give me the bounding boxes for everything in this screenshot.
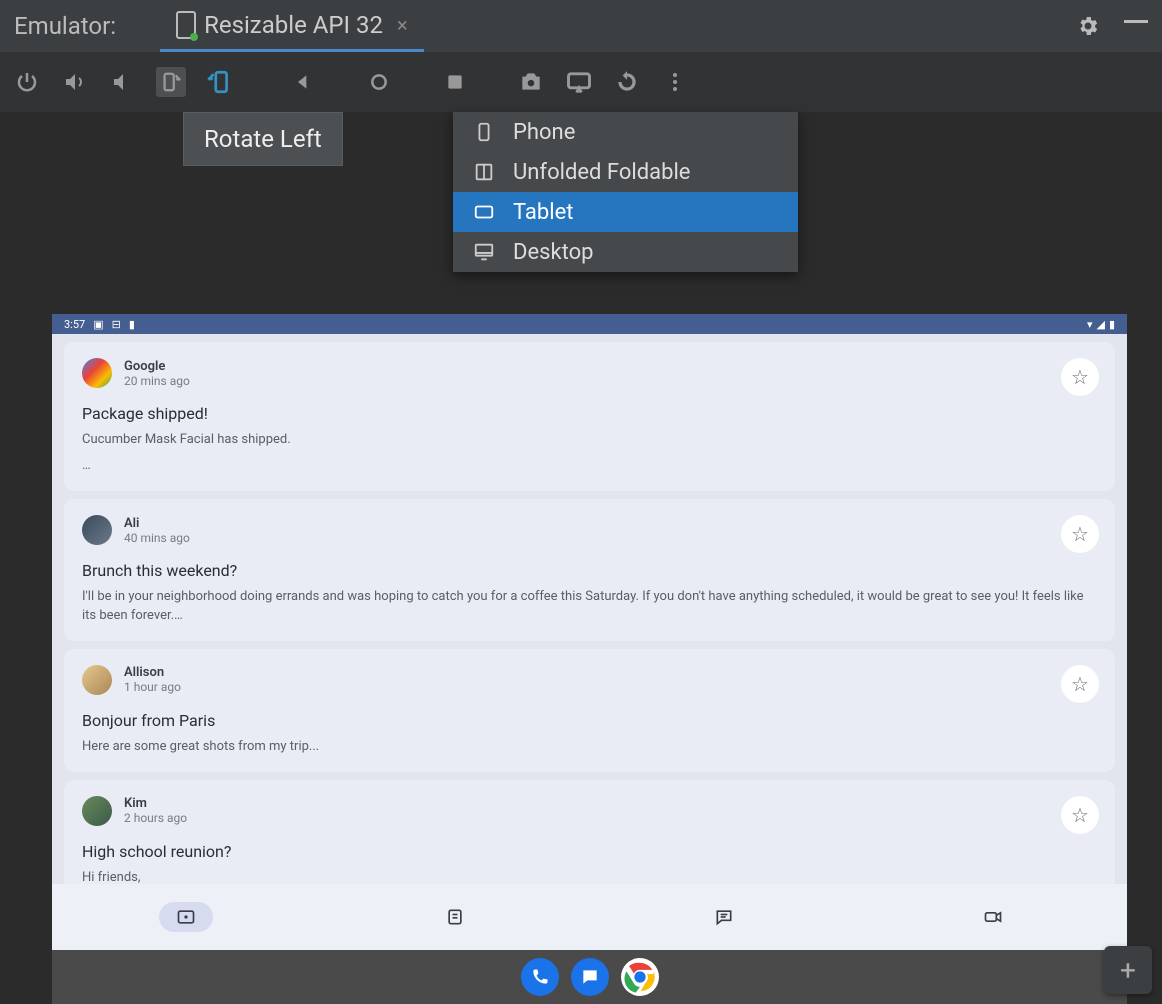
article-icon (445, 907, 465, 927)
status-time: 3:57 (64, 318, 85, 331)
back-icon[interactable] (288, 67, 318, 97)
email-card[interactable]: Allison 1 hour ago ☆ Bonjour from Paris … (64, 649, 1115, 772)
display-mode-phone[interactable]: Phone (453, 112, 798, 152)
message-subject: Package shipped! (82, 404, 1097, 423)
display-mode-icon[interactable] (564, 67, 594, 97)
favorite-button[interactable]: ☆ (1061, 358, 1099, 396)
settings-gear-icon[interactable] (1076, 14, 1100, 38)
star-icon: ☆ (1071, 672, 1089, 696)
more-icon[interactable] (660, 67, 690, 97)
display-mode-unfolded[interactable]: Unfolded Foldable (453, 152, 798, 192)
title-bar: Emulator: Resizable API 32 × (0, 0, 1162, 52)
display-mode-tablet[interactable]: Tablet (453, 192, 798, 232)
tab-title: Resizable API 32 (204, 11, 383, 39)
avatar (82, 796, 112, 826)
rotate-right-icon[interactable] (156, 67, 186, 97)
power-icon[interactable] (12, 67, 42, 97)
message-subject: Bonjour from Paris (82, 711, 1097, 730)
display-mode-label: Tablet (513, 200, 573, 225)
display-mode-label: Unfolded Foldable (513, 160, 690, 185)
android-status-bar: 3:57 ▣ ⊟ ▮ ▾ ◢ ▮ (52, 314, 1127, 334)
message-subject: High school reunion? (82, 842, 1097, 861)
message-body: Hi friends, (82, 869, 1097, 884)
display-mode-dropdown: Phone Unfolded Foldable Tablet Desktop (453, 112, 798, 272)
nav-articles[interactable] (428, 902, 482, 932)
display-mode-label: Phone (513, 120, 575, 145)
message-body-more: … (82, 457, 1097, 475)
display-mode-desktop[interactable]: Desktop (453, 232, 798, 272)
message-body: I'll be in your neighborhood doing erran… (82, 588, 1097, 624)
nav-inbox[interactable] (159, 902, 213, 932)
close-tab-icon[interactable]: × (397, 13, 408, 37)
emulator-screen: 3:57 ▣ ⊟ ▮ ▾ ◢ ▮ Google 20 mins ago ☆ Pa… (52, 314, 1127, 1004)
emulator-label: Emulator: (14, 12, 116, 40)
star-icon: ☆ (1071, 803, 1089, 827)
rotate-left-tooltip: Rotate Left (183, 112, 343, 166)
screenshot-icon[interactable] (516, 67, 546, 97)
status-icon: ⊟ (112, 318, 121, 331)
message-time: 1 hour ago (124, 680, 181, 694)
wifi-icon: ▾ (1087, 318, 1093, 331)
android-taskbar (52, 950, 1127, 1004)
message-body: Cucumber Mask Facial has shipped. (82, 431, 1097, 449)
sender-name: Google (124, 359, 190, 374)
tablet-device-icon (473, 201, 495, 223)
phone-app-icon[interactable] (521, 958, 559, 996)
plus-icon: + (1120, 954, 1136, 987)
star-icon: ☆ (1071, 365, 1089, 389)
rotate-left-icon[interactable] (204, 67, 234, 97)
email-card[interactable]: Kim 2 hours ago ☆ High school reunion? H… (64, 780, 1115, 884)
desktop-device-icon (473, 241, 495, 263)
zoom-add-button[interactable]: + (1104, 946, 1152, 994)
device-icon (176, 11, 196, 39)
bottom-navigation (52, 884, 1127, 950)
message-body: Here are some great shots from my trip..… (82, 738, 1097, 756)
battery-icon: ▮ (1109, 318, 1115, 331)
video-icon (983, 907, 1003, 927)
message-time: 2 hours ago (124, 811, 187, 825)
avatar (82, 358, 112, 388)
inbox-icon (176, 907, 196, 927)
status-icon: ▣ (93, 318, 103, 331)
phone-device-icon (473, 121, 495, 143)
favorite-button[interactable]: ☆ (1061, 515, 1099, 553)
overview-icon[interactable] (440, 67, 470, 97)
star-icon: ☆ (1071, 522, 1089, 546)
sender-name: Ali (124, 516, 190, 531)
signal-icon: ◢ (1096, 318, 1104, 331)
message-subject: Brunch this weekend? (82, 561, 1097, 580)
sender-name: Allison (124, 665, 181, 680)
nav-chat[interactable] (697, 902, 751, 932)
favorite-button[interactable]: ☆ (1061, 665, 1099, 703)
emulator-tab[interactable]: Resizable API 32 × (160, 0, 424, 52)
volume-up-icon[interactable] (60, 67, 90, 97)
avatar (82, 665, 112, 695)
avatar (82, 515, 112, 545)
message-time: 40 mins ago (124, 531, 190, 545)
volume-down-icon[interactable] (108, 67, 138, 97)
chat-icon (714, 907, 734, 927)
status-icon: ▮ (129, 318, 135, 331)
emulator-toolbar (0, 52, 1162, 112)
email-app: Google 20 mins ago ☆ Package shipped! Cu… (52, 334, 1127, 884)
message-time: 20 mins ago (124, 374, 190, 388)
snapshot-icon[interactable] (612, 67, 642, 97)
email-card[interactable]: Ali 40 mins ago ☆ Brunch this weekend? I… (64, 499, 1115, 640)
home-icon[interactable] (364, 67, 394, 97)
nav-video[interactable] (966, 902, 1020, 932)
email-card[interactable]: Google 20 mins ago ☆ Package shipped! Cu… (64, 342, 1115, 491)
messages-app-icon[interactable] (571, 958, 609, 996)
chrome-app-icon[interactable] (621, 958, 659, 996)
sender-name: Kim (124, 796, 187, 811)
favorite-button[interactable]: ☆ (1061, 796, 1099, 834)
display-mode-label: Desktop (513, 240, 594, 265)
foldable-device-icon (473, 161, 495, 183)
minimize-icon[interactable] (1124, 20, 1148, 23)
